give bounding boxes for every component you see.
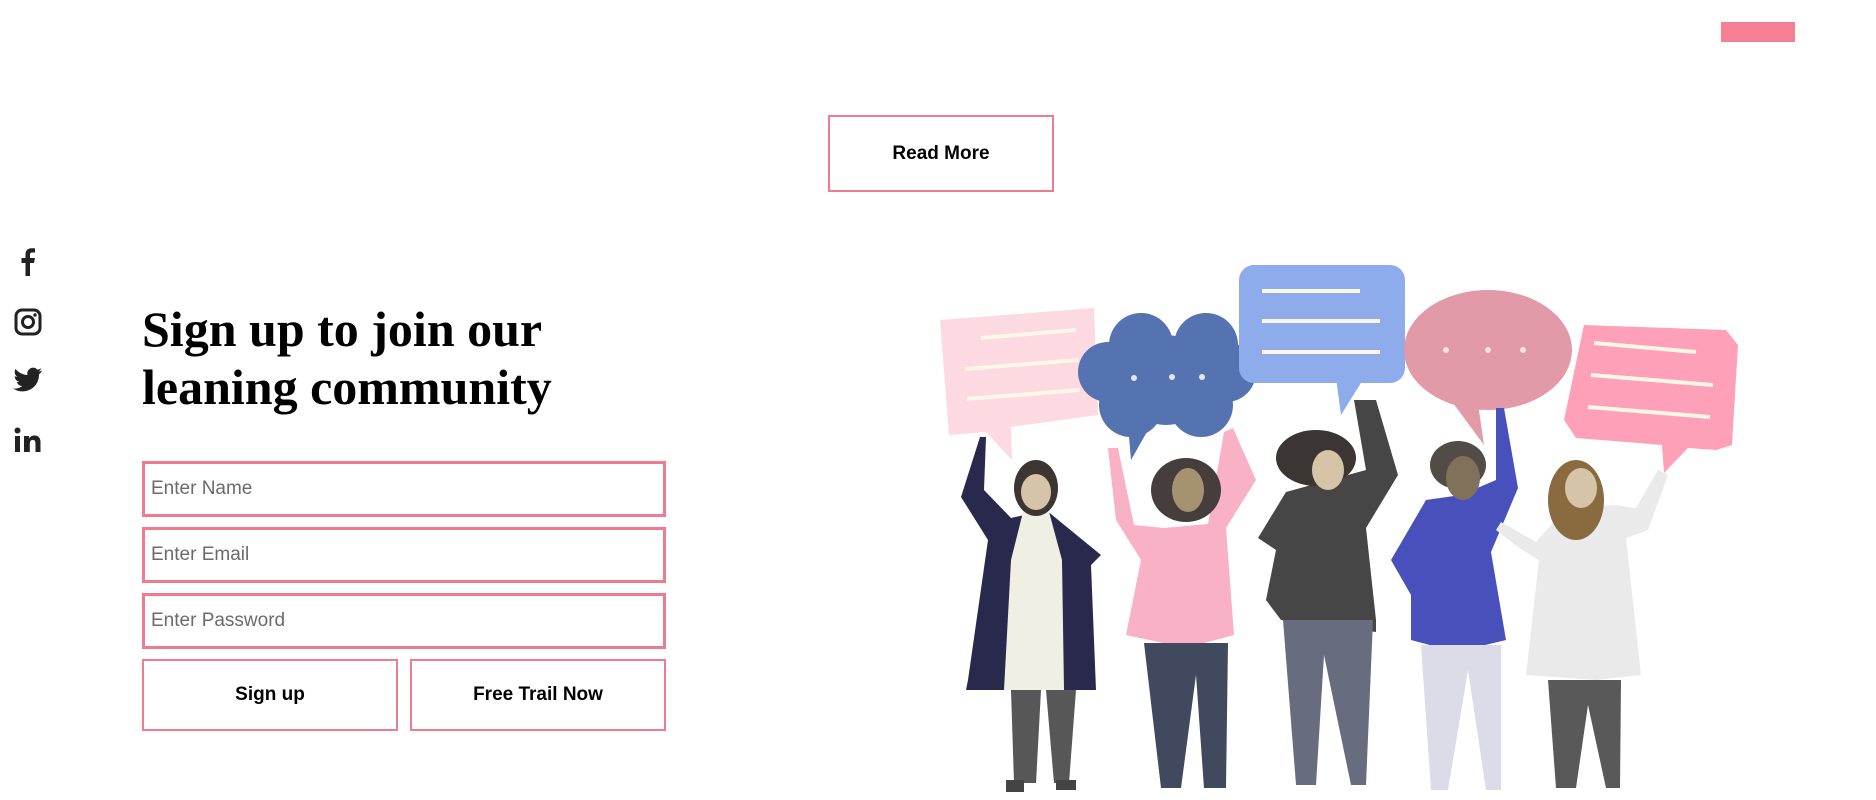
person-1 [961,437,1101,792]
speech-bubble-pink [1564,325,1738,473]
password-input[interactable] [142,593,666,649]
speech-bubble-rose [1404,290,1572,445]
free-trial-button[interactable]: Free Trail Now [410,659,666,731]
read-more-button[interactable]: Read More [828,115,1054,192]
twitter-icon[interactable] [12,364,44,396]
top-nav-button[interactable] [1721,22,1795,42]
person-4 [1391,408,1518,790]
name-input[interactable] [142,461,666,517]
linkedin-icon[interactable] [12,424,44,456]
person-2 [1108,428,1256,788]
instagram-icon[interactable] [12,306,44,338]
speech-bubble-periwinkle [1239,265,1405,415]
person-3 [1258,400,1398,785]
heading-line-2: leaning community [142,359,552,415]
signup-heading: Sign up to join our leaning community [142,300,742,416]
person-5 [1496,460,1668,788]
signup-button[interactable]: Sign up [142,659,398,731]
heading-line-1: Sign up to join our [142,301,543,357]
speech-bubble-light-pink [940,308,1098,460]
email-input[interactable] [142,527,666,583]
community-illustration [940,265,1738,792]
facebook-icon[interactable] [12,246,44,278]
